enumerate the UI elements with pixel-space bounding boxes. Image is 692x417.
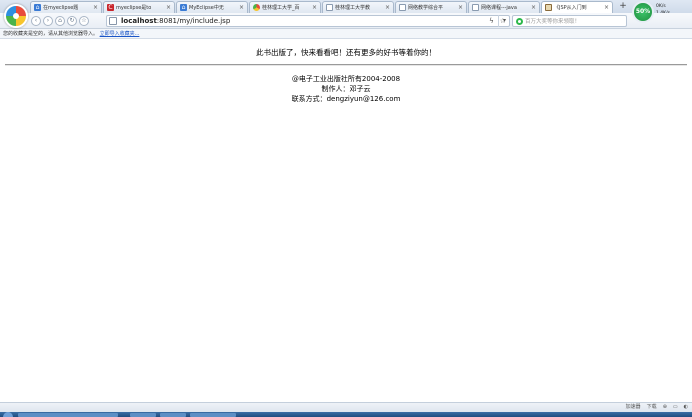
close-icon[interactable]: ×: [604, 4, 609, 11]
close-icon[interactable]: ×: [239, 4, 244, 11]
tab-5[interactable]: 网络教学综合平 ×: [395, 1, 467, 13]
status-items: 加速器 下载 ⊕ ▭ ◐: [620, 403, 688, 412]
nav-buttons: ‹ › ⌂ ↻ ☆: [31, 16, 91, 26]
page-footer: @电子工业出版社所有2004-2008 制作人：邓子云 联系方式：dengziy…: [0, 74, 692, 104]
author-text: 制作人：邓子云: [321, 85, 371, 93]
contact-text: 联系方式：dengziyun@126.com: [291, 95, 401, 103]
tab-label: 桂林理工大学_百: [262, 5, 300, 11]
close-icon[interactable]: ×: [458, 4, 463, 11]
upload-rate: 0K/s: [656, 4, 666, 9]
import-favorites-link[interactable]: 立即导入收藏夹...: [100, 31, 140, 37]
url-text[interactable]: localhost:8081/my/include.jsp: [121, 17, 230, 25]
search-engine-icon: [516, 17, 523, 25]
start-button[interactable]: [3, 412, 13, 417]
tab-3[interactable]: 桂林理工大学_百 ×: [249, 1, 321, 13]
close-icon[interactable]: ×: [312, 4, 317, 11]
taskbar-item[interactable]: [190, 413, 236, 417]
dropdown-arrow-icon[interactable]: ▾: [498, 15, 510, 27]
tab-2[interactable]: ⌂ MyEclipse中无 ×: [176, 1, 248, 13]
taskbar-item[interactable]: [160, 413, 186, 417]
browser-logo-icon[interactable]: [4, 4, 28, 28]
search-placeholder: 百万大奖等你来领取！: [525, 19, 581, 25]
tab-4[interactable]: 桂林理工大学教 ×: [322, 1, 394, 13]
tab-label: 在myeclipse题: [43, 5, 79, 11]
taskbar-item[interactable]: [18, 413, 118, 417]
new-tab-button[interactable]: +: [616, 1, 630, 13]
search-box[interactable]: 百万大奖等你来领取！: [512, 15, 627, 27]
navigation-bar: ‹ › ⌂ ↻ ☆ localhost:8081/my/include.jsp …: [0, 13, 692, 29]
house-icon: ⌂: [180, 4, 187, 11]
copyright-text: @电子工业出版社所有2004-2008: [291, 75, 401, 83]
refresh-icon[interactable]: ↻: [67, 16, 77, 26]
page-icon: [399, 4, 406, 11]
tab-7-active[interactable]: 《JSP从入门到 ×: [541, 1, 613, 13]
print-icon[interactable]: ▭: [673, 403, 678, 412]
status-bar: 加速器 下载 ⊕ ▭ ◐: [0, 402, 692, 412]
tab-label: 网络课程---java: [481, 5, 517, 11]
page-headline: 此书出版了，快来看看吧！还有更多的好书等着你的！: [256, 48, 436, 57]
tab-label: 《JSP从入门到: [554, 5, 587, 11]
tab-1[interactable]: C myeclipse是to ×: [103, 1, 175, 13]
favorite-star-icon[interactable]: ☆: [79, 16, 89, 26]
favorites-empty-text: 您的收藏夹是空的，请从其他浏览器导入。: [3, 31, 99, 37]
browser-window: ⌂ 在myeclipse题 × C myeclipse是to × ⌂ MyEcl…: [0, 0, 692, 417]
tab-label: myeclipse是to: [116, 5, 152, 11]
back-icon[interactable]: ‹: [31, 16, 41, 26]
home-icon[interactable]: ⌂: [55, 16, 65, 26]
tab-label: MyEclipse中无: [189, 5, 224, 11]
taskbar: [0, 412, 692, 417]
forward-icon[interactable]: ›: [43, 16, 53, 26]
house-icon: ⌂: [34, 4, 41, 11]
accelerator-button[interactable]: 加速器: [626, 403, 641, 412]
chrome-icon: [253, 4, 260, 11]
speed-badge[interactable]: 50%: [632, 1, 654, 23]
zoom-icon[interactable]: ⊕: [663, 403, 667, 412]
page-icon: [472, 4, 479, 11]
image-icon: [545, 4, 552, 11]
red-c-icon: C: [107, 4, 114, 11]
tab-strip: ⌂ 在myeclipse题 × C myeclipse是to × ⌂ MyEcl…: [0, 0, 692, 13]
close-icon[interactable]: ×: [531, 4, 536, 11]
lightning-icon[interactable]: ϟ: [489, 17, 494, 25]
tab-label: 网络教学综合平: [408, 5, 444, 11]
tab-list: ⌂ 在myeclipse题 × C myeclipse是to × ⌂ MyEcl…: [30, 1, 630, 13]
tab-0[interactable]: ⌂ 在myeclipse题 ×: [30, 1, 102, 13]
close-icon[interactable]: ×: [93, 4, 98, 11]
page-content: 此书出版了，快来看看吧！还有更多的好书等着你的！ @电子工业出版社所有2004-…: [0, 40, 692, 402]
download-button[interactable]: 下载: [647, 403, 657, 412]
page-icon: [109, 17, 117, 25]
close-icon[interactable]: ×: [166, 4, 171, 11]
divider: [5, 64, 687, 66]
close-icon[interactable]: ×: [385, 4, 390, 11]
page-icon: [326, 4, 333, 11]
tab-label: 桂林理工大学教: [335, 5, 371, 11]
taskbar-item[interactable]: [130, 413, 156, 417]
sound-icon[interactable]: ◐: [684, 403, 688, 412]
address-bar[interactable]: localhost:8081/my/include.jsp ϟ ☆: [106, 15, 510, 27]
tab-6[interactable]: 网络课程---java ×: [468, 1, 540, 13]
favorites-bar: 您的收藏夹是空的，请从其他浏览器导入。 立即导入收藏夹...: [0, 29, 692, 39]
